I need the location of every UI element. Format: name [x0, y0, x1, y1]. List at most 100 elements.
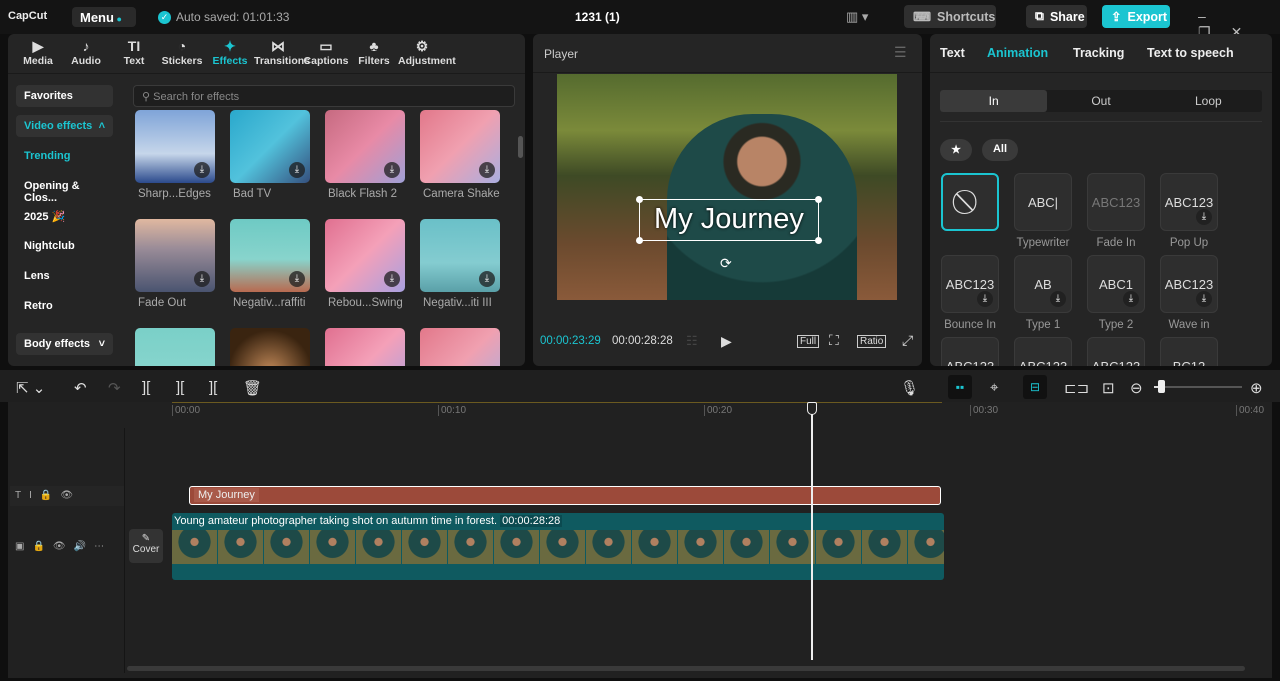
download-icon[interactable]: ⤓: [479, 162, 495, 178]
download-icon[interactable]: ⤓: [194, 271, 210, 287]
animation-option[interactable]: ABC1 ⤓: [1087, 255, 1145, 313]
category-video-effects[interactable]: Video effects ˄: [16, 115, 113, 137]
download-icon[interactable]: ⤓: [1050, 291, 1066, 307]
zoom-to-fit-icon[interactable]: ⊡: [1102, 379, 1115, 397]
tab-stickers[interactable]: ◔ Stickers: [158, 34, 206, 73]
animation-option[interactable]: AB ⤓: [1014, 255, 1072, 313]
undo-icon[interactable]: ↶: [74, 379, 87, 397]
full-button[interactable]: Full: [797, 335, 820, 348]
export-button[interactable]: ⇪ Export: [1102, 5, 1170, 28]
cover-button[interactable]: ✎ Cover: [129, 529, 163, 563]
effect-thumbnail[interactable]: ⤓: [325, 328, 405, 366]
effect-thumbnail[interactable]: ⤓: [325, 219, 405, 292]
tab-audio[interactable]: ♪ Audio: [62, 34, 110, 73]
tab-effects[interactable]: ✦ Effects: [206, 34, 254, 73]
download-icon[interactable]: ⤓: [977, 291, 993, 307]
select-tool-icon[interactable]: ⇱ ⌄: [16, 379, 45, 397]
segment-out[interactable]: Out: [1047, 90, 1154, 112]
effects-search-input[interactable]: ⚲ Search for effects: [133, 85, 515, 107]
text-clip[interactable]: My Journey: [189, 486, 941, 505]
download-icon[interactable]: ⤓: [384, 162, 400, 178]
timeline-zoom-slider[interactable]: [1154, 380, 1242, 393]
timeline-scrollbar[interactable]: [127, 666, 1245, 671]
animation-option[interactable]: ABC123: [1014, 337, 1072, 366]
redo-icon[interactable]: ↷: [108, 379, 121, 397]
animation-option[interactable]: BC12: [1160, 337, 1218, 366]
player-menu-icon[interactable]: ☰: [894, 44, 907, 61]
menu-button[interactable]: Menu ● ⌄: [72, 7, 136, 39]
effect-thumbnail[interactable]: ⤓: [420, 328, 500, 366]
split-left-icon[interactable]: ][: [176, 379, 184, 396]
playhead[interactable]: [811, 410, 813, 660]
share-button[interactable]: ⧉ Share: [1026, 5, 1087, 28]
tab-animation[interactable]: Animation: [987, 46, 1048, 60]
download-icon[interactable]: ⤓: [289, 162, 305, 178]
delete-icon[interactable]: 🗑: [243, 379, 262, 397]
effects-scrollbar[interactable]: [518, 136, 523, 158]
tab-text-to-speech[interactable]: Text to speech: [1147, 46, 1234, 60]
tab-text[interactable]: TI Text: [110, 34, 158, 73]
animation-option[interactable]: ABC123 ⤓: [1160, 173, 1218, 231]
more-icon[interactable]: ⋯: [94, 541, 112, 552]
play-button[interactable]: ▶: [721, 333, 732, 350]
lock-icon[interactable]: 🔒: [32, 541, 52, 552]
text-overlay[interactable]: My Journey: [636, 196, 822, 244]
video-clip[interactable]: Young amateur photographer taking shot o…: [172, 513, 944, 580]
linkage-icon[interactable]: ⊟: [1023, 375, 1047, 399]
effect-thumbnail[interactable]: ⤓: [230, 219, 310, 292]
resize-handle[interactable]: [636, 196, 643, 203]
category-item[interactable]: Trending: [16, 145, 113, 167]
segment-loop[interactable]: Loop: [1155, 90, 1262, 112]
effect-thumbnail[interactable]: ⤓: [135, 110, 215, 183]
category-item[interactable]: Nightclub: [16, 235, 113, 257]
resize-handle[interactable]: [636, 237, 643, 244]
effect-thumbnail[interactable]: ⤓: [420, 219, 500, 292]
category-item[interactable]: 2025 🎉: [16, 205, 113, 227]
tab-captions[interactable]: ▭ Captions: [302, 34, 350, 73]
main-track-magnet-icon[interactable]: ▪▪: [948, 375, 972, 399]
fullscreen-icon[interactable]: ⤢: [902, 332, 913, 349]
preview-axis-icon[interactable]: ⊏⊐: [1064, 379, 1089, 397]
playhead-handle[interactable]: [807, 402, 817, 415]
segment-in[interactable]: In: [940, 90, 1048, 112]
favorites-chip[interactable]: ★: [940, 139, 972, 161]
auto-snap-icon[interactable]: ⌖: [990, 379, 998, 396]
category-item[interactable]: Retro: [16, 295, 113, 317]
animation-option[interactable]: ABC|: [1014, 173, 1072, 231]
zoom-fit-icon[interactable]: ⛶: [829, 332, 839, 349]
eye-icon[interactable]: 👁: [53, 541, 74, 552]
effect-thumbnail[interactable]: ⤓: [230, 328, 310, 366]
effect-thumbnail[interactable]: ⤓: [420, 110, 500, 183]
ratio-button[interactable]: Ratio: [857, 335, 887, 348]
layout-icon[interactable]: ▥ ▾: [846, 9, 868, 25]
tab-tracking[interactable]: Tracking: [1073, 46, 1124, 60]
animation-option[interactable]: ABC123: [941, 337, 999, 366]
no-animation-option[interactable]: ⃠: [941, 173, 999, 231]
resize-handle[interactable]: [815, 237, 822, 244]
download-icon[interactable]: ⤓: [479, 271, 495, 287]
tab-transitions[interactable]: ⋈ Transitions: [254, 34, 310, 73]
download-icon[interactable]: ⤓: [194, 162, 210, 178]
animation-option[interactable]: ABC123 ⤓: [941, 255, 999, 313]
tab-filters[interactable]: ♣ Filters: [350, 34, 398, 73]
download-icon[interactable]: ⤓: [289, 271, 305, 287]
rotate-icon[interactable]: ⟳: [720, 255, 732, 272]
effect-thumbnail[interactable]: ⤓: [135, 219, 215, 292]
slider-thumb[interactable]: [1158, 380, 1165, 393]
animation-option[interactable]: ABC123: [1087, 173, 1145, 231]
tab-media[interactable]: ▶ Media: [14, 34, 62, 73]
download-icon[interactable]: ⤓: [384, 271, 400, 287]
eye-icon[interactable]: 👁: [60, 490, 81, 501]
category-item[interactable]: Opening & Clos...: [16, 175, 113, 204]
download-icon[interactable]: ⤓: [1123, 291, 1139, 307]
download-icon[interactable]: ⤓: [1196, 209, 1212, 225]
zoom-out-icon[interactable]: ⊖: [1130, 379, 1143, 397]
minimize-icon[interactable]: –: [1198, 8, 1226, 24]
split-icon[interactable]: ][: [142, 379, 150, 396]
animation-option[interactable]: ABC123: [1087, 337, 1145, 366]
audio-icon[interactable]: 🔊: [74, 541, 94, 552]
category-item[interactable]: Lens: [16, 265, 113, 287]
shortcuts-button[interactable]: ⌨ Shortcuts: [904, 5, 996, 28]
tab-text[interactable]: Text: [940, 46, 965, 60]
all-chip[interactable]: All: [982, 139, 1018, 161]
